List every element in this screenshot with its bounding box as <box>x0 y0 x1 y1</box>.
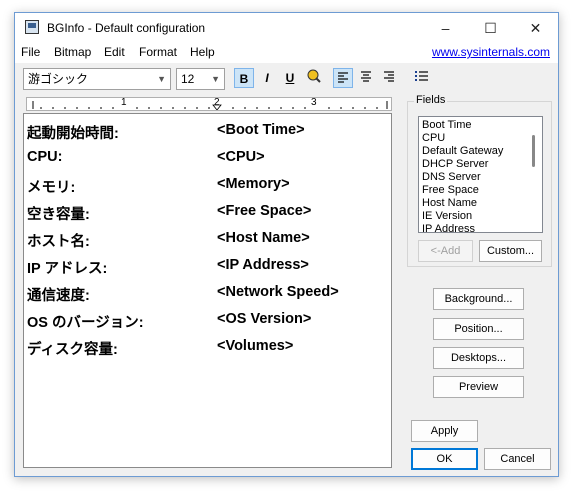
fields-group: Fields Boot Time CPU Default Gateway DHC… <box>407 94 552 267</box>
row-value: <CPU> <box>217 149 265 165</box>
chevron-down-icon: ▼ <box>157 74 166 84</box>
row-label: 通信速度: <box>27 288 90 304</box>
row-value: <Host Name> <box>217 230 310 246</box>
bullets-icon[interactable] <box>412 68 432 88</box>
align-center-icon[interactable] <box>356 68 376 88</box>
row-value: <Free Space> <box>217 203 312 219</box>
menu-file[interactable]: File <box>21 45 40 59</box>
position-button[interactable]: Position... <box>433 318 524 340</box>
bginfo-window: BGInfo - Default configuration – ☐ ✕ Fil… <box>14 12 559 477</box>
row-value: <Memory> <box>217 176 290 192</box>
font-value: 游ゴシック <box>28 72 89 86</box>
menu-bitmap[interactable]: Bitmap <box>54 45 91 59</box>
ruler-tick-2: 2 <box>214 97 220 108</box>
list-item[interactable]: IP Address <box>422 223 475 232</box>
apply-button[interactable]: Apply <box>411 420 478 442</box>
list-item[interactable]: Host Name <box>422 197 477 209</box>
ruler-tick-1: 1 <box>121 97 127 108</box>
font-size-value: 12 <box>181 72 195 86</box>
app-icon <box>25 20 39 34</box>
chevron-down-icon: ▼ <box>211 74 220 84</box>
menu-bar: File Bitmap Edit Format Help www.sysinte… <box>15 43 558 63</box>
config-editor[interactable]: 起動開始時間: <Boot Time> CPU: <CPU> メモリ: <Mem… <box>23 113 392 468</box>
row-label: ディスク容量: <box>27 342 118 358</box>
row-label: 空き容量: <box>27 207 90 223</box>
list-item[interactable]: Default Gateway <box>422 145 503 157</box>
format-toolbar: 游ゴシック ▼ 12 ▼ B I U <box>15 65 558 93</box>
list-item[interactable]: Free Space <box>422 184 479 196</box>
bold-button[interactable]: B <box>234 68 254 88</box>
row-label: メモリ: <box>27 180 76 196</box>
desktops-button[interactable]: Desktops... <box>433 347 524 369</box>
background-button[interactable]: Background... <box>433 288 524 310</box>
cancel-button[interactable]: Cancel <box>484 448 551 470</box>
row-label: OS のバージョン: <box>27 315 144 331</box>
row-value: <Volumes> <box>217 338 294 354</box>
row-value: <Network Speed> <box>217 284 339 300</box>
list-item[interactable]: Boot Time <box>422 119 472 131</box>
window-title: BGInfo - Default configuration <box>47 21 206 35</box>
ruler-tick-3: 3 <box>311 97 317 108</box>
minimize-icon[interactable]: – <box>423 13 468 43</box>
row-value: <OS Version> <box>217 311 312 327</box>
list-item[interactable]: DNS Server <box>422 171 481 183</box>
scroll-thumb[interactable] <box>532 135 535 167</box>
ruler: 1 2 3 <box>26 97 392 111</box>
maximize-icon[interactable]: ☐ <box>468 13 513 43</box>
row-label: CPU: <box>27 149 63 165</box>
sysinternals-link[interactable]: www.sysinternals.com <box>432 45 550 59</box>
italic-button[interactable]: I <box>257 68 277 88</box>
title-bar: BGInfo - Default configuration – ☐ ✕ <box>15 13 558 43</box>
fields-scrollbar[interactable] <box>527 119 541 230</box>
row-value: <Boot Time> <box>217 122 305 138</box>
ok-button[interactable]: OK <box>411 448 478 470</box>
fields-label: Fields <box>414 94 448 106</box>
font-select[interactable]: 游ゴシック ▼ <box>23 68 171 90</box>
add-field-button[interactable]: <-Add <box>418 240 473 262</box>
font-color-icon[interactable] <box>304 68 324 88</box>
row-label: ホスト名: <box>27 234 90 250</box>
font-size-select[interactable]: 12 ▼ <box>176 68 225 90</box>
row-value: <IP Address> <box>217 257 309 273</box>
preview-button[interactable]: Preview <box>433 376 524 398</box>
menu-help[interactable]: Help <box>190 45 215 59</box>
close-icon[interactable]: ✕ <box>513 13 558 43</box>
fields-listbox[interactable]: Boot Time CPU Default Gateway DHCP Serve… <box>418 116 543 233</box>
align-left-icon[interactable] <box>333 68 353 88</box>
list-item[interactable]: CPU <box>422 132 445 144</box>
menu-format[interactable]: Format <box>139 45 177 59</box>
row-label: 起動開始時間: <box>27 126 119 142</box>
underline-button[interactable]: U <box>280 68 300 88</box>
list-item[interactable]: DHCP Server <box>422 158 488 170</box>
menu-edit[interactable]: Edit <box>104 45 125 59</box>
custom-button[interactable]: Custom... <box>479 240 542 262</box>
row-label: IP アドレス: <box>27 261 108 277</box>
align-right-icon[interactable] <box>379 68 399 88</box>
list-item[interactable]: IE Version <box>422 210 472 222</box>
